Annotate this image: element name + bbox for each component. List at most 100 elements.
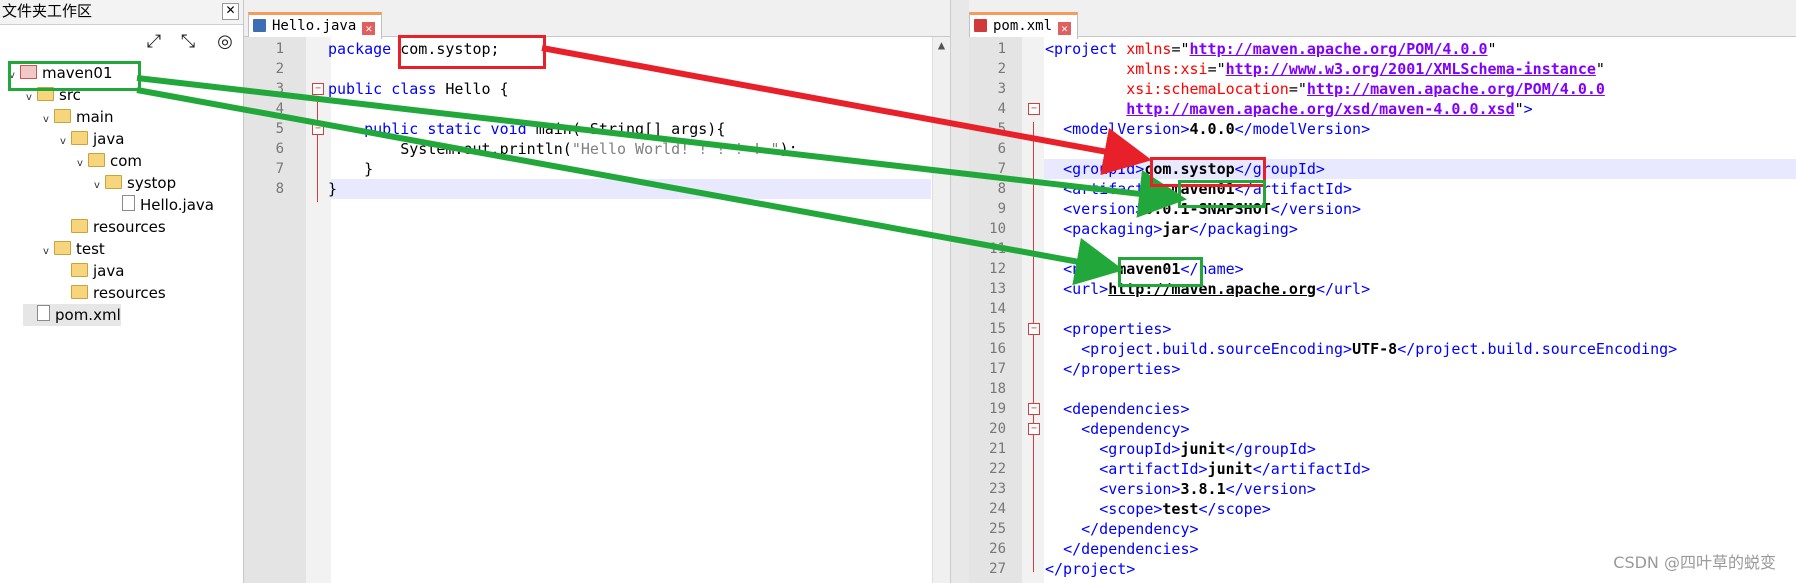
line-number: 18 — [989, 381, 1006, 397]
expand-all-icon[interactable]: ⤢ — [143, 31, 165, 53]
tree-item[interactable]: v test — [40, 238, 105, 260]
line-number: 9 — [997, 201, 1006, 217]
pane-splitter[interactable] — [950, 0, 970, 583]
tree-item-label: systop — [127, 174, 177, 192]
line-number: 8 — [997, 181, 1006, 197]
line-number: 17 — [989, 361, 1006, 377]
tree-item[interactable]: v systop — [91, 172, 176, 194]
code-line[interactable]: <dependencies> — [1045, 399, 1189, 419]
tab-close-icon[interactable]: ✕ — [362, 22, 376, 35]
code-line[interactable]: </dependency> — [1045, 519, 1198, 539]
code-line[interactable]: <artifactId>junit</artifactId> — [1045, 459, 1370, 479]
code-line[interactable]: http://maven.apache.org/xsd/maven-4.0.0.… — [1045, 99, 1532, 119]
code-line[interactable]: <groupId>junit</groupId> — [1045, 439, 1316, 459]
code-line[interactable]: System.out.println("Hello World! ! ! ! !… — [328, 139, 797, 159]
line-number: 21 — [989, 441, 1006, 457]
fold-toggle-icon[interactable]: − — [1028, 403, 1040, 415]
panel-toolbar: ⤢ ⤡ ◎ — [0, 25, 243, 57]
expand-toggle-icon[interactable]: v — [57, 131, 69, 153]
highlight-box-project — [8, 61, 141, 91]
code-line[interactable]: public static void main( String[] args){ — [328, 119, 725, 139]
line-number: 6 — [275, 141, 284, 157]
locate-icon[interactable]: ◎ — [214, 31, 236, 53]
folder-icon — [105, 175, 122, 189]
expand-toggle-icon[interactable]: v — [40, 109, 52, 131]
tree-item[interactable]: v com — [74, 150, 142, 172]
line-number: 4 — [997, 101, 1006, 117]
line-number: 16 — [989, 341, 1006, 357]
close-icon[interactable]: ✕ — [222, 3, 239, 20]
tab-hello-java[interactable]: Hello.java ✕ — [248, 12, 383, 39]
code-line[interactable]: </project> — [1045, 559, 1135, 579]
panel-title-bar: 文件夹工作区 ✕ — [0, 0, 243, 25]
collapse-all-icon[interactable]: ⤡ — [177, 31, 199, 53]
fold-toggle-icon[interactable]: − — [1028, 423, 1040, 435]
tab-close-icon[interactable]: ✕ — [1058, 22, 1072, 35]
fold-toggle-icon[interactable]: − — [312, 123, 324, 135]
line-number: 11 — [989, 241, 1006, 257]
highlight-box-name — [1118, 257, 1203, 287]
tree-item[interactable]: resources — [57, 282, 166, 304]
fold-toggle-icon[interactable]: − — [1028, 323, 1040, 335]
code-line[interactable]: <dependency> — [1045, 419, 1189, 439]
line-number: 10 — [989, 221, 1006, 237]
line-number: 5 — [997, 121, 1006, 137]
folder-icon — [88, 153, 105, 167]
tab-bar: pom.xml ✕ — [969, 0, 1796, 39]
line-number: 2 — [275, 61, 284, 77]
tree-item[interactable]: v main — [40, 106, 113, 128]
tree-item-label: com — [110, 152, 143, 170]
code-line[interactable]: <properties> — [1045, 319, 1171, 339]
code-line[interactable]: } — [328, 179, 337, 199]
code-line[interactable]: xmlns:xsi="http://www.w3.org/2001/XMLSch… — [1045, 59, 1605, 79]
highlight-box-package — [398, 35, 546, 69]
tree-item[interactable]: java — [57, 260, 124, 282]
line-number: 7 — [997, 161, 1006, 177]
fold-toggle-icon[interactable]: − — [1028, 103, 1040, 115]
tree-item-label: resources — [93, 218, 166, 236]
tree-item-label: main — [76, 108, 114, 126]
tree-item[interactable]: resources — [57, 216, 166, 238]
code-line[interactable]: <scope>test</scope> — [1045, 499, 1271, 519]
expand-toggle-icon[interactable]: v — [91, 175, 103, 197]
tree-item[interactable]: v java — [57, 128, 124, 150]
line-number: 26 — [989, 541, 1006, 557]
highlight-box-artifactid — [1178, 180, 1266, 208]
vertical-scrollbar[interactable]: ▲ — [932, 37, 950, 583]
code-line[interactable]: <project xmlns="http://maven.apache.org/… — [1045, 39, 1497, 59]
code-line[interactable]: } — [328, 159, 373, 179]
code-line[interactable]: <url>http://maven.apache.org</url> — [1045, 279, 1370, 299]
line-number: 12 — [989, 261, 1006, 277]
tab-pom-xml[interactable]: pom.xml ✕ — [969, 12, 1079, 39]
line-number: 25 — [989, 521, 1006, 537]
folder-icon — [54, 109, 71, 123]
expand-toggle-icon[interactable]: v — [74, 153, 86, 175]
watermark: CSDN @四叶草的蜕变 — [1613, 553, 1776, 572]
tree-item-label: Hello.java — [140, 196, 214, 214]
code-line[interactable]: <packaging>jar</packaging> — [1045, 219, 1298, 239]
code-line[interactable]: public class Hello { — [328, 79, 509, 99]
code-line[interactable]: </properties> — [1045, 359, 1180, 379]
tree-item[interactable]: Hello.java — [108, 194, 214, 216]
expand-toggle-icon[interactable]: v — [40, 241, 52, 263]
code-line[interactable]: </dependencies> — [1045, 539, 1198, 559]
folder-icon — [71, 219, 88, 233]
code-line[interactable]: <version>3.8.1</version> — [1045, 479, 1316, 499]
scroll-up-icon[interactable]: ▲ — [933, 37, 950, 54]
tree-item[interactable]: pom.xml — [23, 304, 121, 326]
tab-bar: Hello.java ✕ — [244, 0, 950, 39]
code-line[interactable]: <modelVersion>4.0.0</modelVersion> — [1045, 119, 1370, 139]
line-number: 7 — [275, 161, 284, 177]
save-disk-icon — [974, 19, 987, 32]
pom-xml-editor: pom.xml ✕ 1 <project xmlns="http://maven.a… — [969, 0, 1796, 583]
line-number: 15 — [989, 321, 1006, 337]
panel-title: 文件夹工作区 — [2, 2, 93, 20]
code-line[interactable]: <project.build.sourceEncoding>UTF-8</pro… — [1045, 339, 1677, 359]
line-number: 3 — [275, 81, 284, 97]
tab-label: Hello.java — [272, 18, 357, 34]
tree-item-label: resources — [93, 284, 166, 302]
line-number: 1 — [275, 41, 284, 57]
code-line[interactable]: xsi:schemaLocation="http://maven.apache.… — [1045, 79, 1605, 99]
fold-toggle-icon[interactable]: − — [312, 83, 324, 95]
line-number: 23 — [989, 481, 1006, 497]
